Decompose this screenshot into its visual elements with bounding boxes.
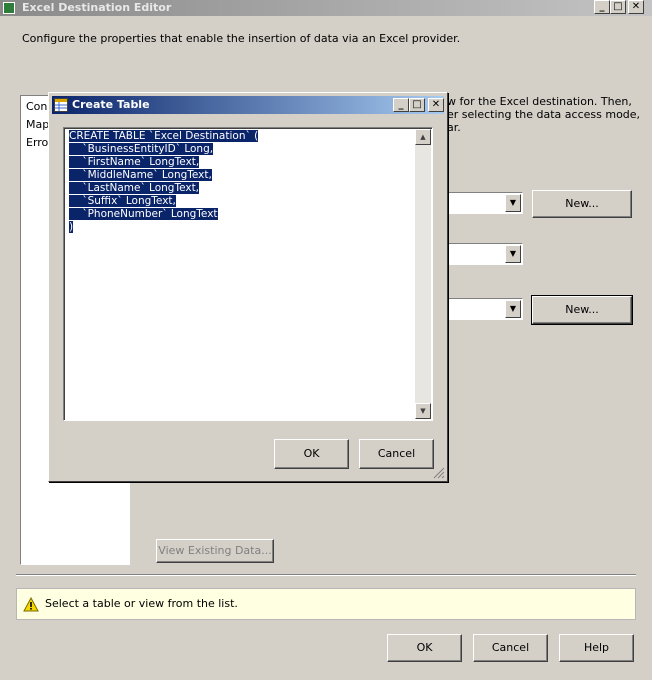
code-line: ) xyxy=(69,221,74,233)
scroll-down-button[interactable]: ▼ xyxy=(415,403,431,419)
data-access-mode-combo[interactable]: ▼ xyxy=(440,243,523,265)
instructions-line-1: w for the Excel destination. Then, xyxy=(447,95,632,108)
dialog-minimize-button[interactable]: _ xyxy=(393,98,409,112)
code-line: CREATE TABLE `Excel Destination` ( xyxy=(69,130,259,142)
instructions-line-3: ar. xyxy=(447,121,461,134)
dialog-title: Create Table xyxy=(72,98,150,111)
status-bar: Select a table or view from the list. xyxy=(16,588,636,620)
status-message: Select a table or view from the list. xyxy=(45,597,238,610)
maximize-button[interactable]: □ xyxy=(610,0,626,14)
instructions-line-2: er selecting the data access mode, xyxy=(447,108,641,121)
code-line: `PhoneNumber` LongText xyxy=(69,208,218,220)
close-button[interactable]: ✕ xyxy=(628,0,644,14)
code-line: `Suffix` LongText, xyxy=(69,195,176,207)
resize-grip-icon[interactable] xyxy=(433,467,445,479)
dialog-ok-button[interactable]: OK xyxy=(274,439,349,469)
create-table-dialog: Create Table _ □ ✕ CREATE TABLE `Excel D… xyxy=(48,92,448,482)
chevron-down-icon[interactable]: ▼ xyxy=(505,194,521,212)
table-icon xyxy=(54,98,68,112)
dialog-maximize-button[interactable]: □ xyxy=(409,98,425,112)
new-table-button[interactable]: New... xyxy=(532,296,632,324)
minimize-button[interactable]: _ xyxy=(594,0,610,14)
chevron-down-icon[interactable]: ▼ xyxy=(505,300,521,318)
code-line: `BusinessEntityID` Long, xyxy=(69,143,214,155)
dialog-cancel-button[interactable]: Cancel xyxy=(359,439,434,469)
ok-button[interactable]: OK xyxy=(387,634,462,662)
scroll-up-button[interactable]: ▲ xyxy=(415,129,431,145)
separator xyxy=(16,574,636,576)
chevron-down-icon[interactable]: ▼ xyxy=(505,245,521,263)
cancel-button[interactable]: Cancel xyxy=(473,634,548,662)
app-icon xyxy=(3,2,15,14)
sql-textarea[interactable]: CREATE TABLE `Excel Destination` ( `Busi… xyxy=(63,127,433,421)
code-line: `MiddleName` LongText, xyxy=(69,169,212,181)
code-line: `LastName` LongText, xyxy=(69,182,200,194)
vertical-scrollbar[interactable]: ▲ ▼ xyxy=(415,129,431,419)
code-line: `FirstName` LongText, xyxy=(69,156,200,168)
warning-icon xyxy=(23,597,39,612)
new-connection-button[interactable]: New... xyxy=(532,190,632,218)
view-existing-data-button[interactable]: View Existing Data... xyxy=(156,539,274,563)
window-title: Excel Destination Editor xyxy=(22,1,172,14)
help-button[interactable]: Help xyxy=(559,634,634,662)
dialog-titlebar: Create Table _ □ ✕ xyxy=(52,96,444,114)
window-description: Configure the properties that enable the… xyxy=(22,32,461,45)
dialog-close-button[interactable]: ✕ xyxy=(428,98,444,112)
table-name-combo[interactable]: ▼ xyxy=(440,298,523,320)
window-titlebar: Excel Destination Editor _ □ ✕ xyxy=(0,0,652,16)
connection-manager-combo[interactable]: ▼ xyxy=(440,192,523,214)
